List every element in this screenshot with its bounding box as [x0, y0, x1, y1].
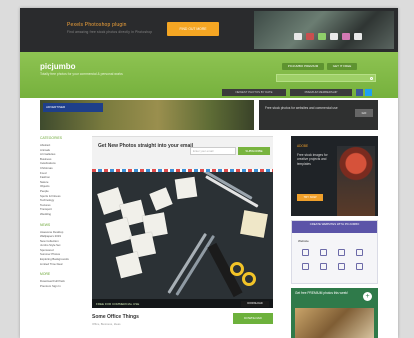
banner-headline: Pexels Photoshop plugin Find amazing fre…	[67, 22, 152, 34]
side-ad[interactable]: Free stock photos for websites and comme…	[259, 100, 378, 130]
plus-icon[interactable]: +	[363, 292, 372, 301]
form-icon	[356, 263, 363, 270]
adobe-ad-button[interactable]: TRY NOW	[297, 194, 323, 201]
photo-caption: FREE FOR COMMERCIAL USE	[96, 301, 140, 306]
email-field[interactable]: Enter your email	[190, 147, 236, 155]
scissors-handle	[242, 272, 256, 286]
side-ad-text: Free stock photos for websites and comme…	[265, 106, 338, 110]
gallery-icon	[320, 263, 327, 270]
button-icon	[338, 263, 345, 270]
adobe-ad-label: ADOBE	[297, 144, 309, 148]
layout-icon	[356, 249, 363, 256]
pencil	[205, 175, 259, 208]
premium-link[interactable]: PICJUMBO PREMIUM	[282, 63, 324, 70]
featured-photo[interactable]: FREE FOR COMMERCIAL USE DOWNLOAD	[92, 172, 273, 308]
facebook-icon[interactable]	[356, 89, 363, 96]
photo-download-button[interactable]: DOWNLOAD	[241, 300, 269, 307]
sticky-note	[149, 187, 173, 211]
banner-headline-text: Pexels Photoshop plugin	[67, 22, 127, 28]
more-item[interactable]: Premium Sign In	[40, 284, 84, 289]
video-icon	[302, 263, 309, 270]
builder-ad-section: Website	[298, 239, 309, 243]
banner-image	[254, 11, 394, 49]
site-tagline: Totally free photos for your commercial …	[40, 72, 123, 76]
ad-figure-image	[337, 146, 375, 216]
news-heading: NEWS	[40, 222, 51, 227]
get-free-link[interactable]: GET IT FREE	[327, 63, 357, 70]
premium-promo[interactable]: Get free PREMIUM photos this week! +	[291, 288, 378, 338]
newsletter-title: Get New Photos straight into your email	[98, 143, 194, 149]
text-icon	[338, 249, 345, 256]
website-builder-ad[interactable]: CREATE WEBSITES WITH PICJUMBO Website	[291, 220, 378, 284]
nav-newest-photos[interactable]: NEWEST PHOTOS BY DATE	[222, 89, 286, 96]
site-header: picjumbo Totally free photos for your co…	[20, 52, 398, 98]
scissors-handle	[230, 262, 244, 276]
premium-promo-text: Get free PREMIUM photos this week!	[295, 291, 348, 295]
more-heading: MORE	[40, 272, 51, 277]
news-item[interactable]: Limited Time Deal	[40, 262, 84, 267]
search-icon[interactable]	[370, 76, 373, 80]
site-logo[interactable]: picjumbo	[40, 62, 76, 71]
category-list: Abstract Animals Art Galleries Business …	[40, 143, 84, 217]
twitter-icon[interactable]	[365, 89, 372, 96]
nav-premium[interactable]: PREMIUM MEMBERSHIP	[290, 89, 352, 96]
search-input[interactable]	[276, 74, 376, 82]
photo-tags: Office, Business, Ideas	[92, 322, 121, 326]
pencil	[167, 232, 207, 294]
side-ad-button[interactable]: GO	[355, 109, 373, 117]
download-button[interactable]: DOWNLOAD	[233, 313, 273, 324]
image-icon	[320, 249, 327, 256]
newsletter-signup: Get New Photos straight into your email …	[92, 136, 273, 172]
sticky-note	[240, 210, 268, 238]
sticky-note	[174, 176, 198, 200]
photo-title[interactable]: Some Office Things	[92, 314, 139, 320]
subscribe-button[interactable]: SUBSCRIBE	[238, 147, 270, 155]
leaderboard-ad[interactable]: ADVERTISER	[40, 100, 254, 130]
categories-heading: CATEGORIES	[40, 136, 62, 140]
banner-cta-button[interactable]: FIND OUT MORE	[167, 22, 219, 36]
grid-icon	[302, 249, 309, 256]
photo-caption-bar: FREE FOR COMMERCIAL USE DOWNLOAD	[92, 299, 273, 308]
ad-brand-logo: ADVERTISER	[43, 103, 103, 112]
category-item[interactable]: Wedding	[40, 212, 84, 217]
banner-subline: Find amazing free stock photos directly …	[67, 30, 153, 34]
adobe-ad-text: Free stock images for creative projects …	[297, 153, 328, 166]
top-promo-banner[interactable]: Pexels Photoshop plugin Find amazing fre…	[20, 8, 398, 52]
news-list: Awesome Desktop Wallpapers 2019 New Coll…	[40, 230, 84, 267]
pencil	[175, 234, 215, 296]
premium-promo-image	[295, 308, 374, 338]
category-sidebar: CATEGORIES Abstract Animals Art Gallerie…	[40, 136, 84, 288]
photo-meta: Some Office Things Office, Business, Ide…	[92, 312, 273, 338]
browser-page: Pexels Photoshop plugin Find amazing fre…	[20, 8, 398, 338]
adobe-ad[interactable]: ADOBE Free stock images for creative pro…	[291, 136, 378, 216]
builder-ad-header: CREATE WEBSITES WITH PICJUMBO	[292, 221, 377, 233]
